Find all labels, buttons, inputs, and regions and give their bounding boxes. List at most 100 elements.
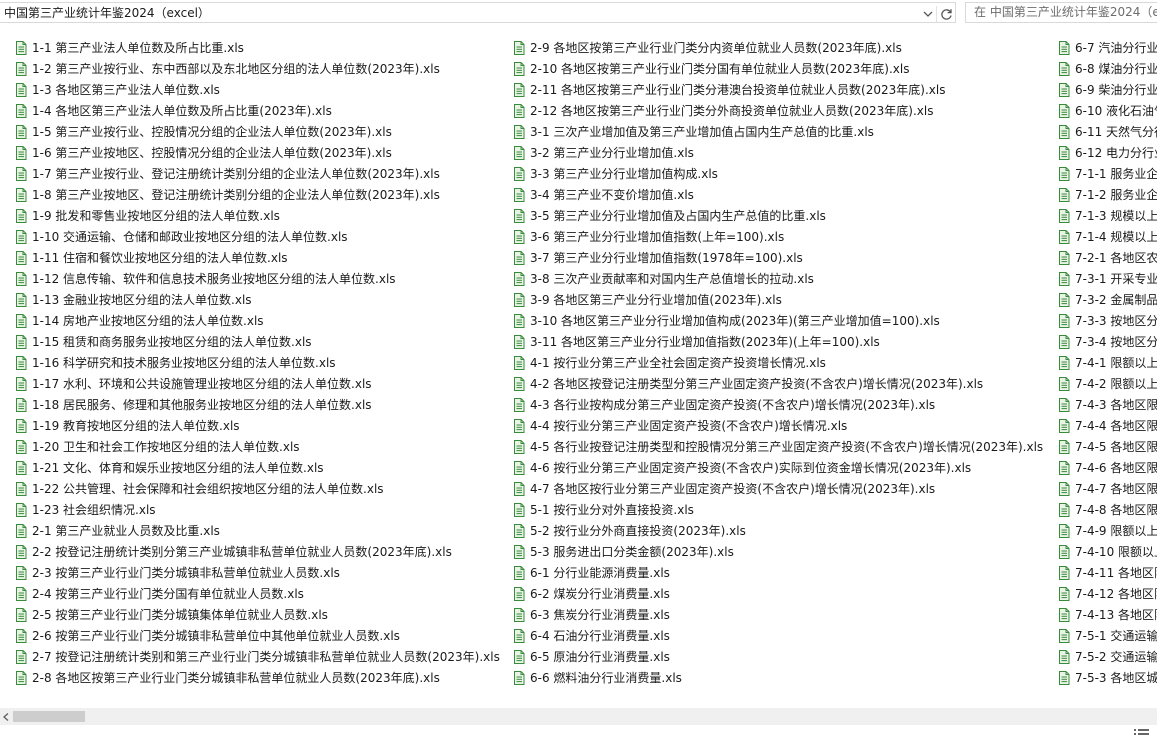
file-item[interactable]: 7-5-3 各地区城 bbox=[1056, 667, 1157, 688]
file-item[interactable]: 7-2-1 各地区农 bbox=[1056, 247, 1157, 268]
file-item[interactable]: 1-2 第三产业按行业、东中西部以及东北地区分组的法人单位数(2023年).xl… bbox=[13, 58, 500, 79]
file-item[interactable]: 2-2 按登记注册统计类别分第三产业城镇非私营单位就业人员数(2023年底).x… bbox=[13, 541, 500, 562]
address-path[interactable]: 中国第三产业统计年鉴2024（excel） bbox=[4, 5, 210, 21]
file-item[interactable]: 6-9 柴油分行业 bbox=[1056, 79, 1157, 100]
file-item[interactable]: 4-4 按行业分第三产业固定资产投资(不含农户)增长情况.xls bbox=[511, 415, 1043, 436]
file-item[interactable]: 7-1-2 服务业企 bbox=[1056, 184, 1157, 205]
file-item[interactable]: 3-4 第三产业不变价增加值.xls bbox=[511, 184, 1043, 205]
file-item[interactable]: 1-10 交通运输、仓储和邮政业按地区分组的法人单位数.xls bbox=[13, 226, 500, 247]
search-box[interactable] bbox=[965, 2, 1157, 23]
file-item[interactable]: 5-1 按行业分对外直接投资.xls bbox=[511, 499, 1043, 520]
file-item[interactable]: 1-18 居民服务、修理和其他服务业按地区分组的法人单位数.xls bbox=[13, 394, 500, 415]
file-item[interactable]: 7-1-1 服务业企 bbox=[1056, 163, 1157, 184]
file-item[interactable]: 1-12 信息传输、软件和信息技术服务业按地区分组的法人单位数.xls bbox=[13, 268, 500, 289]
file-item[interactable]: 3-9 各地区第三产业分行业增加值(2023年).xls bbox=[511, 289, 1043, 310]
file-item[interactable]: 6-7 汽油分行业 bbox=[1056, 37, 1157, 58]
file-item[interactable]: 1-7 第三产业按行业、登记注册统计类别分组的企业法人单位数(2023年).xl… bbox=[13, 163, 500, 184]
file-item[interactable]: 7-4-3 各地区限 bbox=[1056, 394, 1157, 415]
file-item[interactable]: 3-5 第三产业分行业增加值及占国内生产总值的比重.xls bbox=[511, 205, 1043, 226]
file-item[interactable]: 6-6 燃料油分行业消费量.xls bbox=[511, 667, 1043, 688]
file-item[interactable]: 4-7 各地区按行业分第三产业固定资产投资(不含农户)增长情况(2023年).x… bbox=[511, 478, 1043, 499]
file-item[interactable]: 7-1-3 规模以上 bbox=[1056, 205, 1157, 226]
file-item[interactable]: 7-5-2 交通运输 bbox=[1056, 646, 1157, 667]
file-item[interactable]: 6-5 原油分行业消费量.xls bbox=[511, 646, 1043, 667]
file-item[interactable]: 6-8 煤油分行业 bbox=[1056, 58, 1157, 79]
file-item[interactable]: 3-1 三次产业增加值及第三产业增加值占国内生产总值的比重.xls bbox=[511, 121, 1043, 142]
file-item[interactable]: 2-6 按第三产业行业门类分城镇非私营单位中其他单位就业人员数.xls bbox=[13, 625, 500, 646]
file-item[interactable]: 7-4-8 各地区限 bbox=[1056, 499, 1157, 520]
file-item[interactable]: 1-20 卫生和社会工作按地区分组的法人单位数.xls bbox=[13, 436, 500, 457]
file-item[interactable]: 7-3-2 金属制品 bbox=[1056, 289, 1157, 310]
file-item[interactable]: 2-12 各地区按第三产业行业门类分外商投资单位就业人员数(2023年底).xl… bbox=[511, 100, 1043, 121]
file-item[interactable]: 3-7 第三产业分行业增加值指数(1978年=100).xls bbox=[511, 247, 1043, 268]
file-item[interactable]: 1-13 金融业按地区分组的法人单位数.xls bbox=[13, 289, 500, 310]
file-item[interactable]: 1-22 公共管理、社会保障和社会组织按地区分组的法人单位数.xls bbox=[13, 478, 500, 499]
file-item[interactable]: 7-4-6 各地区限 bbox=[1056, 457, 1157, 478]
file-item[interactable]: 7-3-3 按地区分 bbox=[1056, 310, 1157, 331]
file-item[interactable]: 7-3-4 按地区分 bbox=[1056, 331, 1157, 352]
file-item[interactable]: 1-1 第三产业法人单位数及所占比重.xls bbox=[13, 37, 500, 58]
file-item[interactable]: 1-17 水利、环境和公共设施管理业按地区分组的法人单位数.xls bbox=[13, 373, 500, 394]
file-item[interactable]: 7-4-11 各地区限 bbox=[1056, 562, 1157, 583]
file-item[interactable]: 7-4-10 限额以上 bbox=[1056, 541, 1157, 562]
file-item[interactable]: 1-8 第三产业按地区、登记注册统计类别分组的企业法人单位数(2023年).xl… bbox=[13, 184, 500, 205]
file-item[interactable]: 6-1 分行业能源消费量.xls bbox=[511, 562, 1043, 583]
file-item[interactable]: 5-2 按行业分外商直接投资(2023年).xls bbox=[511, 520, 1043, 541]
file-item[interactable]: 1-19 教育按地区分组的法人单位数.xls bbox=[13, 415, 500, 436]
file-item[interactable]: 1-21 文化、体育和娱乐业按地区分组的法人单位数.xls bbox=[13, 457, 500, 478]
file-item[interactable]: 2-1 第三产业就业人员数及比重.xls bbox=[13, 520, 500, 541]
file-item[interactable]: 7-4-5 各地区限 bbox=[1056, 436, 1157, 457]
file-item[interactable]: 6-4 石油分行业消费量.xls bbox=[511, 625, 1043, 646]
file-item[interactable]: 4-6 按行业分第三产业固定资产投资(不含农户)实际到位资金增长情况(2023年… bbox=[511, 457, 1043, 478]
file-item[interactable]: 3-10 各地区第三产业分行业增加值构成(2023年)(第三产业增加值=100)… bbox=[511, 310, 1043, 331]
file-item[interactable]: 1-4 各地区第三产业法人单位数及所占比重(2023年).xls bbox=[13, 100, 500, 121]
file-item[interactable]: 7-4-1 限额以上 bbox=[1056, 352, 1157, 373]
horizontal-scrollbar[interactable] bbox=[0, 708, 1157, 725]
file-item[interactable]: 2-8 各地区按第三产业行业门类分城镇非私营单位就业人员数(2023年底).xl… bbox=[13, 667, 500, 688]
file-item[interactable]: 7-4-9 限额以上 bbox=[1056, 520, 1157, 541]
file-item[interactable]: 2-4 按第三产业行业门类分国有单位就业人员数.xls bbox=[13, 583, 500, 604]
file-item[interactable]: 2-7 按登记注册统计类别和第三产业行业门类分城镇非私营单位就业人员数(2023… bbox=[13, 646, 500, 667]
refresh-icon[interactable] bbox=[936, 6, 955, 22]
file-item[interactable]: 1-16 科学研究和技术服务业按地区分组的法人单位数.xls bbox=[13, 352, 500, 373]
file-item[interactable]: 7-5-1 交通运输 bbox=[1056, 625, 1157, 646]
file-item[interactable]: 6-10 液化石油气 bbox=[1056, 100, 1157, 121]
file-item[interactable]: 3-8 三次产业贡献率和对国内生产总值增长的拉动.xls bbox=[511, 268, 1043, 289]
file-item[interactable]: 1-11 住宿和餐饮业按地区分组的法人单位数.xls bbox=[13, 247, 500, 268]
file-item[interactable]: 1-6 第三产业按地区、控股情况分组的企业法人单位数(2023年).xls bbox=[13, 142, 500, 163]
file-item[interactable]: 2-5 按第三产业行业门类分城镇集体单位就业人员数.xls bbox=[13, 604, 500, 625]
file-item[interactable]: 4-5 各行业按登记注册类型和控股情况分第三产业固定资产投资(不含农户)增长情况… bbox=[511, 436, 1043, 457]
address-bar[interactable]: 中国第三产业统计年鉴2024（excel） bbox=[0, 2, 956, 23]
file-item[interactable]: 7-4-7 各地区限 bbox=[1056, 478, 1157, 499]
search-input[interactable] bbox=[974, 3, 1157, 22]
file-item[interactable]: 1-14 房地产业按地区分组的法人单位数.xls bbox=[13, 310, 500, 331]
file-item[interactable]: 1-15 租赁和商务服务业按地区分组的法人单位数.xls bbox=[13, 331, 500, 352]
file-item[interactable]: 3-6 第三产业分行业增加值指数(上年=100).xls bbox=[511, 226, 1043, 247]
file-item[interactable]: 7-3-1 开采专业 bbox=[1056, 268, 1157, 289]
file-item[interactable]: 3-3 第三产业分行业增加值构成.xls bbox=[511, 163, 1043, 184]
file-item[interactable]: 1-3 各地区第三产业法人单位数.xls bbox=[13, 79, 500, 100]
file-item[interactable]: 6-11 天然气分行 bbox=[1056, 121, 1157, 142]
file-item[interactable]: 2-10 各地区按第三产业行业门类分国有单位就业人员数(2023年底).xls bbox=[511, 58, 1043, 79]
file-item[interactable]: 6-12 电力分行业 bbox=[1056, 142, 1157, 163]
file-item[interactable]: 7-4-2 限额以上 bbox=[1056, 373, 1157, 394]
file-item[interactable]: 4-1 按行业分第三产业全社会固定资产投资增长情况.xls bbox=[511, 352, 1043, 373]
file-item[interactable]: 2-11 各地区按第三产业行业门类分港澳台投资单位就业人员数(2023年底).x… bbox=[511, 79, 1043, 100]
file-item[interactable]: 4-2 各地区按登记注册类型分第三产业固定资产投资(不含农户)增长情况(2023… bbox=[511, 373, 1043, 394]
scroll-left-arrow-icon[interactable] bbox=[0, 708, 12, 725]
file-item[interactable]: 7-1-4 规模以上 bbox=[1056, 226, 1157, 247]
file-item[interactable]: 6-3 焦炭分行业消费量.xls bbox=[511, 604, 1043, 625]
file-item[interactable]: 3-2 第三产业分行业增加值.xls bbox=[511, 142, 1043, 163]
file-item[interactable]: 6-2 煤炭分行业消费量.xls bbox=[511, 583, 1043, 604]
file-item[interactable]: 2-3 按第三产业行业门类分城镇非私营单位就业人员数.xls bbox=[13, 562, 500, 583]
file-item[interactable]: 2-9 各地区按第三产业行业门类分内资单位就业人员数(2023年底).xls bbox=[511, 37, 1043, 58]
file-item[interactable]: 4-3 各行业按构成分第三产业固定资产投资(不含农户)增长情况(2023年).x… bbox=[511, 394, 1043, 415]
file-item[interactable]: 1-9 批发和零售业按地区分组的法人单位数.xls bbox=[13, 205, 500, 226]
file-item[interactable]: 7-4-12 各地区限 bbox=[1056, 583, 1157, 604]
file-item[interactable]: 3-11 各地区第三产业分行业增加值指数(2023年)(上年=100).xls bbox=[511, 331, 1043, 352]
file-item[interactable]: 1-23 社会组织情况.xls bbox=[13, 499, 500, 520]
chevron-down-icon[interactable] bbox=[920, 6, 936, 22]
file-item[interactable]: 7-4-4 各地区限 bbox=[1056, 415, 1157, 436]
file-item[interactable]: 5-3 服务进出口分类金额(2023年).xls bbox=[511, 541, 1043, 562]
details-view-icon[interactable] bbox=[1133, 727, 1151, 737]
